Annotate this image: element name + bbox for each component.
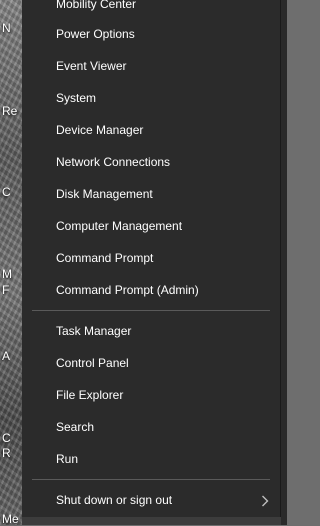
menu-item-shut-down-or-sign-out[interactable]: Shut down or sign out — [22, 484, 281, 516]
desktop-icon-label[interactable]: C — [2, 186, 11, 199]
desktop-icon-label[interactable]: M — [2, 268, 12, 281]
desktop-edge — [281, 0, 287, 525]
desktop-icon-label[interactable]: R — [2, 447, 11, 460]
menu-item-disk-management[interactable]: Disk Management — [22, 178, 281, 210]
menu-item-run[interactable]: Run — [22, 443, 281, 475]
menu-item-mobility-center[interactable]: Mobility Center — [22, 0, 281, 20]
menu-item-command-prompt[interactable]: Command Prompt — [22, 242, 281, 274]
menu-item-command-prompt-admin[interactable]: Command Prompt (Admin) — [22, 274, 281, 306]
menu-item-computer-management[interactable]: Computer Management — [22, 210, 281, 242]
desktop-icon-label[interactable]: N — [2, 22, 11, 35]
menu-item-power-options[interactable]: Power Options — [22, 18, 281, 50]
menu-item-event-viewer[interactable]: Event Viewer — [22, 50, 281, 82]
menu-item-system[interactable]: System — [22, 82, 281, 114]
taskbar-edge — [22, 517, 281, 525]
chevron-right-icon — [261, 484, 269, 516]
menu-separator — [32, 310, 270, 311]
menu-item-network-connections[interactable]: Network Connections — [22, 146, 281, 178]
menu-item-control-panel[interactable]: Control Panel — [22, 347, 281, 379]
menu-item-file-explorer[interactable]: File Explorer — [22, 379, 281, 411]
desktop-icon-label[interactable]: C — [2, 432, 11, 445]
desktop-icon-label[interactable]: Re — [2, 105, 17, 118]
menu-item-label: Shut down or sign out — [56, 493, 173, 507]
desktop-icon-label[interactable]: Me — [2, 513, 19, 526]
menu-separator — [32, 479, 270, 480]
menu-item-search[interactable]: Search — [22, 411, 281, 443]
winx-power-user-menu: Mobility Center Power Options Event View… — [22, 0, 281, 525]
desktop-icon-label[interactable]: A — [2, 350, 10, 363]
desktop-icon-label[interactable]: F — [2, 284, 9, 297]
menu-item-device-manager[interactable]: Device Manager — [22, 114, 281, 146]
menu-item-task-manager[interactable]: Task Manager — [22, 315, 281, 347]
